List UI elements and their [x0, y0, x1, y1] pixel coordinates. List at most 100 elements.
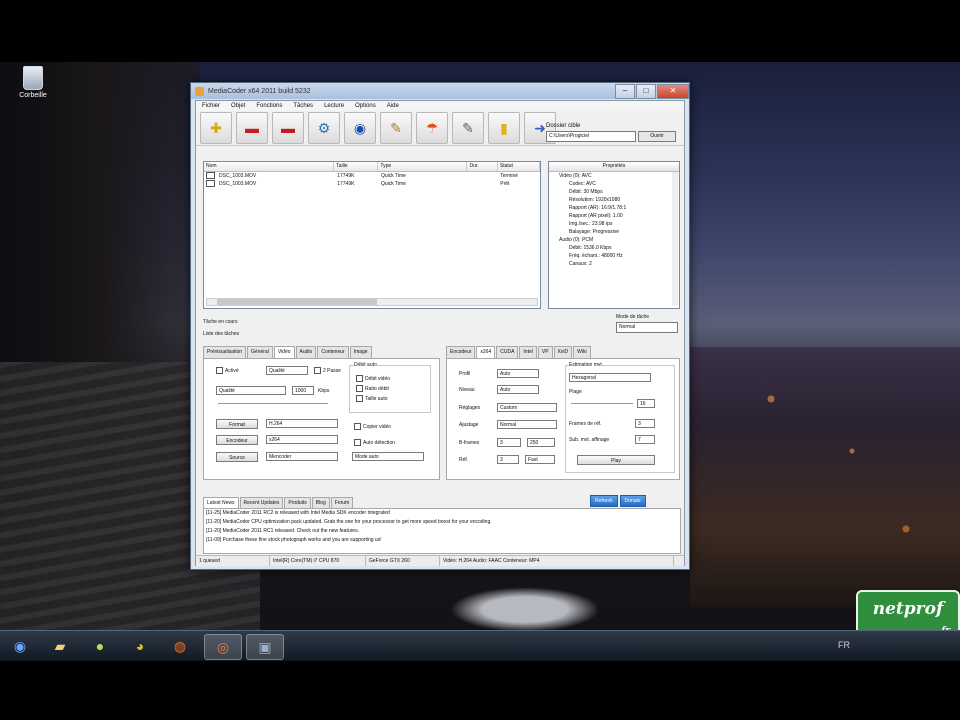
- firefox-icon[interactable]: ◍: [162, 634, 198, 658]
- property-row[interactable]: Résolution: 1920x1080: [549, 196, 679, 204]
- property-row[interactable]: Fréq. échant.: 48000 Hz: [549, 252, 679, 260]
- tab-image[interactable]: Image: [349, 346, 372, 358]
- mode-dropdown[interactable]: Qualité: [266, 366, 308, 375]
- row-checkbox[interactable]: [206, 172, 215, 180]
- list-item[interactable]: [11-09] Purchase these fine stock photog…: [204, 536, 680, 545]
- title-bar[interactable]: MediaCoder x64 2011 build 5232 – □ ✕: [191, 83, 689, 99]
- format-button[interactable]: Format: [216, 419, 258, 429]
- chrome-icon[interactable]: ◕: [122, 634, 158, 658]
- tab-container[interactable]: Conteneur: [317, 346, 349, 358]
- range-input[interactable]: 16: [637, 399, 655, 408]
- open-folder-button[interactable]: Ouvrir: [638, 131, 676, 142]
- ref-frames-input[interactable]: 3: [635, 419, 655, 428]
- property-row[interactable]: Audio (0): PCM: [549, 236, 679, 244]
- maximize-button[interactable]: □: [636, 83, 656, 99]
- opt-auto-size[interactable]: Taille auto: [356, 395, 388, 402]
- property-row[interactable]: Débit: 1536.0 Kbps: [549, 244, 679, 252]
- list-item[interactable]: [11-25] MediaCoder 2011 RC2 is released …: [204, 509, 680, 518]
- info-button[interactable]: ▮: [488, 112, 520, 144]
- play-preview-button[interactable]: Play: [577, 455, 655, 465]
- menu-fonctions[interactable]: Fonctions: [256, 103, 282, 109]
- tab-latest-news[interactable]: Latest News: [203, 497, 239, 508]
- source-button[interactable]: Source: [216, 452, 258, 462]
- property-row[interactable]: Balayage: Progressive: [549, 228, 679, 236]
- menu-taches[interactable]: Tâches: [293, 103, 313, 109]
- media-player-icon[interactable]: ●: [82, 634, 118, 658]
- encoder-button[interactable]: Encodeur: [216, 435, 258, 445]
- property-row[interactable]: Canaux: 2: [549, 260, 679, 268]
- profile-dropdown[interactable]: Auto: [497, 369, 539, 378]
- tab-preview[interactable]: Prévisualisation: [203, 346, 247, 358]
- enable-checkbox[interactable]: Activé: [216, 367, 239, 374]
- menu-objet[interactable]: Objet: [231, 103, 245, 109]
- property-row[interactable]: Débit: 30 Mbps: [549, 188, 679, 196]
- tray-language[interactable]: FR: [838, 640, 850, 650]
- motion-dropdown[interactable]: Hexagonal: [569, 373, 651, 382]
- preset-dropdown[interactable]: Custom: [497, 403, 557, 412]
- tab-products[interactable]: Produits: [284, 497, 311, 508]
- quality-slider[interactable]: [218, 403, 328, 408]
- list-item[interactable]: [11-20] MediaCoder 2011 RC1 released. Ch…: [204, 527, 680, 536]
- menu-lecture[interactable]: Lecture: [324, 103, 344, 109]
- property-row[interactable]: Rapport (AR pixel): 1.00: [549, 212, 679, 220]
- auto-detect-checkbox[interactable]: Auto détection: [354, 439, 395, 446]
- file-list[interactable]: Nom Taille Type Dur. Statut DSC_1003.MOV…: [203, 161, 541, 309]
- table-row[interactable]: DSC_1003.MOV 17749K Quick Time Prêt: [204, 180, 540, 188]
- destination-input[interactable]: C:\Users\Progiciel: [546, 131, 636, 142]
- col-duration[interactable]: Dur.: [467, 162, 498, 171]
- bframes-input[interactable]: 3: [497, 438, 521, 447]
- level-dropdown[interactable]: Auto: [497, 385, 539, 394]
- keyint-input[interactable]: 250: [527, 438, 555, 447]
- tab-general[interactable]: Général: [247, 346, 273, 358]
- opt-video-bitrate[interactable]: Débit vidéo: [356, 375, 390, 382]
- tab-vp[interactable]: VP: [537, 346, 553, 358]
- tab-wiki[interactable]: Wiki: [573, 346, 591, 358]
- two-pass-checkbox[interactable]: 2 Passe: [314, 367, 341, 374]
- tab-intel[interactable]: Intel: [519, 346, 537, 358]
- clear-button[interactable]: ▬: [272, 112, 304, 144]
- row-checkbox[interactable]: [206, 180, 215, 188]
- tab-blog[interactable]: Blog: [311, 497, 330, 508]
- tab-video[interactable]: Vidéo: [273, 346, 295, 358]
- mediacoder-taskbar-icon[interactable]: ◎: [204, 634, 242, 660]
- start-orb-icon[interactable]: ◉: [2, 634, 38, 658]
- tab-x264[interactable]: x264: [476, 346, 496, 358]
- settings-button[interactable]: ✎: [452, 112, 484, 144]
- refresh-button[interactable]: Refresh: [590, 495, 618, 507]
- tab-cuda[interactable]: CUDA: [496, 346, 519, 358]
- col-type[interactable]: Type: [378, 162, 468, 171]
- refs-input[interactable]: 3: [497, 455, 519, 464]
- menu-options[interactable]: Options: [355, 103, 376, 109]
- format-dropdown[interactable]: H.264: [266, 419, 338, 428]
- tab-audio[interactable]: Audio: [295, 346, 317, 358]
- auto-mode-dropdown[interactable]: Mode auto: [352, 452, 424, 461]
- range-slider[interactable]: [571, 403, 633, 408]
- add-file-button[interactable]: ✚: [200, 112, 232, 144]
- app-taskbar-icon[interactable]: ▣: [246, 634, 284, 660]
- tab-forum[interactable]: Forum: [330, 497, 354, 508]
- donate-button[interactable]: Donate: [619, 495, 646, 507]
- copy-video-checkbox[interactable]: Copier vidéo: [354, 423, 391, 430]
- tab-xvid[interactable]: XviD: [553, 346, 573, 358]
- scroll-thumb[interactable]: [217, 299, 377, 305]
- tab-recent-updates[interactable]: Recent Updates: [239, 497, 284, 508]
- minimize-button[interactable]: –: [615, 83, 635, 99]
- explorer-icon[interactable]: ▰: [42, 634, 78, 658]
- col-status[interactable]: Statut: [498, 162, 540, 171]
- vertical-scrollbar[interactable]: [672, 172, 678, 306]
- quality-dropdown[interactable]: Qualité: [216, 386, 286, 395]
- subme-input[interactable]: 7: [635, 435, 655, 444]
- tab-encoder[interactable]: Encodeur: [446, 346, 476, 358]
- property-row[interactable]: Codec: AVC: [549, 180, 679, 188]
- recycle-bin-icon[interactable]: Corbeille: [18, 66, 48, 106]
- extensions-button[interactable]: ☂: [416, 112, 448, 144]
- col-name[interactable]: Nom: [204, 162, 335, 171]
- wizard-button[interactable]: ⚙: [308, 112, 340, 144]
- property-row[interactable]: Vidéo (0): AVC: [549, 172, 679, 180]
- property-row[interactable]: Img./sec.: 23.98 ips: [549, 220, 679, 228]
- speed-dropdown[interactable]: Fast: [525, 455, 555, 464]
- play-button[interactable]: ◉: [344, 112, 376, 144]
- mode-select[interactable]: Normal: [616, 322, 678, 333]
- menu-fichier[interactable]: Fichier: [202, 103, 220, 109]
- property-row[interactable]: Rapport (AR): 16:9/1.78:1: [549, 204, 679, 212]
